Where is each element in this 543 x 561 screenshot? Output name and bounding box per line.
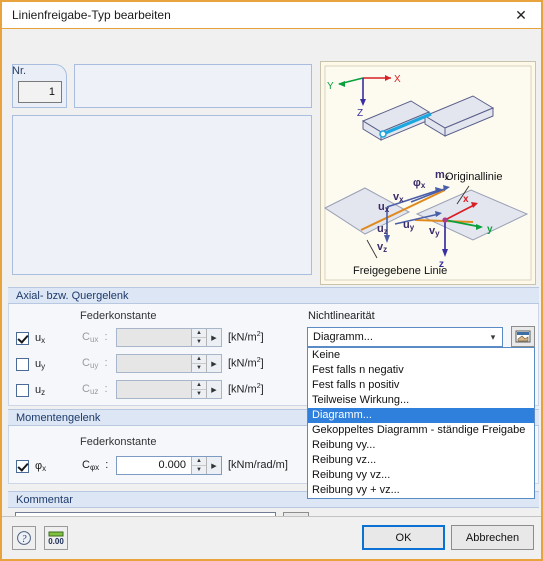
released-line-label: Freigegebene Linie <box>353 265 447 277</box>
table-edit-icon[interactable] <box>511 326 535 347</box>
dropdown-option[interactable]: Reibung vz... <box>308 453 534 468</box>
release-diagram-graphic: X Y Z x y z ux vx uy vy uz vz φx mx Orig… <box>320 61 536 285</box>
dropdown-option[interactable]: Reibung vy + vz... <box>308 483 534 498</box>
svg-text:?: ? <box>22 534 27 545</box>
page-title: Linienfreigabe-Typ bearbeiten <box>12 8 171 22</box>
checkbox-uz-box[interactable] <box>16 383 29 397</box>
checkbox-phix-label: φx <box>35 459 47 473</box>
unit-cuz: [kN/m2] <box>228 383 264 396</box>
spring-label-cux: Cux : <box>82 331 108 344</box>
dialog-content: Nr. 1 X Y Z x y z ux vx uy vy uz vz φx m… <box>2 29 541 559</box>
dropdown-option[interactable]: Reibung vy vz... <box>308 468 534 483</box>
original-line-label: Originallinie <box>445 171 502 183</box>
expand-button-cphix[interactable]: ▶ <box>206 457 221 474</box>
preview-blank-panel <box>12 115 312 275</box>
title-bar: Linienfreigabe-Typ bearbeiten ✕ <box>2 2 541 29</box>
svg-text:X: X <box>394 74 401 85</box>
dropdown-option-selected[interactable]: Diagramm... <box>308 408 534 423</box>
nr-input[interactable]: 1 <box>18 81 62 103</box>
chevron-down-icon[interactable]: ▾ <box>484 332 502 343</box>
nr-label: Nr. <box>12 65 27 77</box>
description-field[interactable] <box>74 64 312 108</box>
dropdown-option[interactable]: Reibung vy... <box>308 438 534 453</box>
nonlinearity-combo[interactable]: Diagramm... ▾ <box>307 327 503 347</box>
checkbox-ux-box[interactable] <box>16 331 29 345</box>
svg-text:y: y <box>487 224 493 235</box>
ok-button[interactable]: OK <box>362 525 445 550</box>
dropdown-option[interactable]: Gekoppeltes Diagramm - ständige Freigabe <box>308 423 534 438</box>
footer-bar: ? 0.00 OK Abbrechen <box>2 516 541 559</box>
checkbox-ux[interactable]: ux <box>16 329 45 347</box>
svg-text:Y: Y <box>327 81 334 92</box>
nonlinearity-dropdown-list[interactable]: Keine Fest falls n negativ Fest falls n … <box>307 347 535 499</box>
dialog-window: Linienfreigabe-Typ bearbeiten ✕ Nr. 1 X … <box>0 0 543 561</box>
axial-spring-column-header: Federkonstante <box>80 310 157 322</box>
moment-spring-column-header: Federkonstante <box>80 436 157 448</box>
spinner-cuy: ▲ ▼ <box>191 355 206 372</box>
expand-button-cuz: ▶ <box>206 381 221 398</box>
spring-value-cuy <box>117 355 191 372</box>
checkbox-ux-label: ux <box>35 331 46 345</box>
spinner-cux: ▲ ▼ <box>191 329 206 346</box>
spring-value-cux <box>117 329 191 346</box>
cancel-button[interactable]: Abbrechen <box>451 525 534 550</box>
spring-input-cphix[interactable]: 0.000 ▲ ▼ ▶ <box>116 456 222 475</box>
axial-section-header: Axial- bzw. Quergelenk <box>8 287 539 304</box>
dropdown-option[interactable]: Teilweise Wirkung... <box>308 393 534 408</box>
dropdown-option[interactable]: Keine <box>308 348 534 363</box>
spring-input-cuy: ▲ ▼ ▶ <box>116 354 222 373</box>
checkbox-uz-label: uz <box>35 383 46 397</box>
spring-input-cuz: ▲ ▼ ▶ <box>116 380 222 399</box>
svg-text:x: x <box>463 194 469 205</box>
units-icon[interactable]: 0.00 <box>44 526 68 550</box>
nonlinearity-selected-value: Diagramm... <box>313 331 373 343</box>
dropdown-option[interactable]: Fest falls n negativ <box>308 363 534 378</box>
dropdown-option[interactable]: Fest falls n positiv <box>308 378 534 393</box>
spring-input-cux: ▲ ▼ ▶ <box>116 328 222 347</box>
checkbox-uy[interactable]: uy <box>16 355 45 373</box>
checkbox-uy-label: uy <box>35 357 46 371</box>
spinner-cuz: ▲ ▼ <box>191 381 206 398</box>
unit-cux: [kN/m2] <box>228 331 264 344</box>
spring-label-cuy: Cuy : <box>82 357 108 370</box>
spinner-cphix[interactable]: ▲ ▼ <box>191 457 206 474</box>
unit-cuy: [kN/m2] <box>228 357 264 370</box>
spring-value-cphix[interactable]: 0.000 <box>117 457 191 474</box>
checkbox-uz[interactable]: uz <box>16 381 45 399</box>
expand-button-cux: ▶ <box>206 329 221 346</box>
svg-text:0.00: 0.00 <box>48 537 64 546</box>
unit-cphix: [kNm/rad/m] <box>228 459 288 471</box>
expand-button-cuy: ▶ <box>206 355 221 372</box>
checkbox-uy-box[interactable] <box>16 357 29 371</box>
spring-label-cuz: Cuz : <box>82 383 108 396</box>
svg-text:Z: Z <box>357 108 363 119</box>
checkbox-phix[interactable]: φx <box>16 457 46 475</box>
spring-value-cuz <box>117 381 191 398</box>
checkbox-phix-box[interactable] <box>16 459 29 473</box>
nonlinearity-label: Nichtlinearität <box>308 310 375 322</box>
spring-label-cphix: Cφx : <box>82 459 109 472</box>
close-icon[interactable]: ✕ <box>501 2 541 28</box>
help-question-icon[interactable]: ? <box>12 526 36 550</box>
